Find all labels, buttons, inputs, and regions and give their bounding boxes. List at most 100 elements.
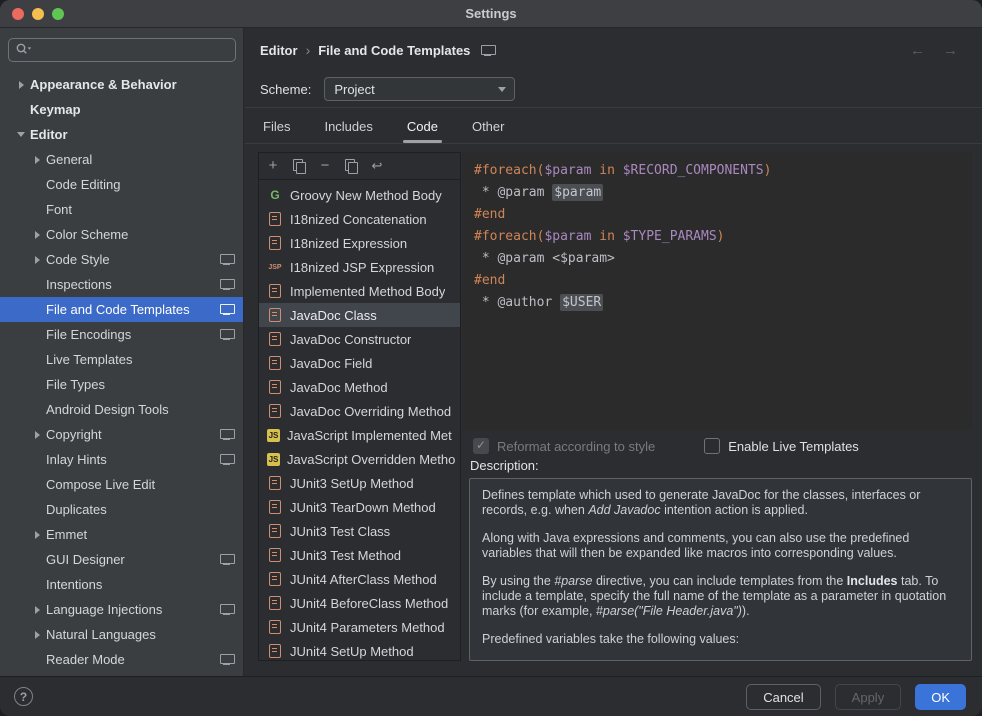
template-item-junit3-teardown-method[interactable]: JUnit3 TearDown Method [259,495,460,519]
forward-button[interactable]: → [943,42,958,59]
sidebar-item-duplicates[interactable]: Duplicates [0,497,243,522]
sidebar-item-font[interactable]: Font [0,197,243,222]
sidebar-item-code-style[interactable]: Code Style [0,247,243,272]
sidebar-item-live-templates[interactable]: Live Templates [0,347,243,372]
template-editor[interactable]: #foreach($param in $RECORD_COMPONENTS) *… [462,152,972,430]
chevron-right-icon[interactable] [28,597,46,622]
sidebar-item-keymap[interactable]: Keymap [0,97,243,122]
tab-code[interactable]: Code [405,117,440,143]
tab-files[interactable]: Files [261,117,292,143]
sidebar-item-inlay-hints[interactable]: Inlay Hints [0,447,243,472]
scheme-select[interactable]: Project [324,77,515,101]
sidebar-item-general[interactable]: General [0,147,243,172]
sidebar-item-language-injections[interactable]: Language Injections [0,597,243,622]
settings-window: Settings Appearance & BehaviorKeymapEdit… [0,0,982,716]
template-item-i18nized-expression[interactable]: I18nized Expression [259,231,460,255]
description-text-run: ). [742,604,750,618]
back-button[interactable]: ← [910,42,925,59]
description-text-run: #parse [554,574,592,588]
template-item-junit3-test-class[interactable]: JUnit3 Test Class [259,519,460,543]
sidebar-item-android-design-tools[interactable]: Android Design Tools [0,397,243,422]
template-item-junit3-setup-method[interactable]: JUnit3 SetUp Method [259,471,460,495]
chevron-right-icon[interactable] [28,147,46,172]
sidebar-item-editor[interactable]: Editor [0,122,243,147]
live-templates-checkbox[interactable] [704,438,720,454]
cancel-button[interactable]: Cancel [746,684,820,710]
chevron-right-icon[interactable] [28,622,46,647]
scheme-row: Scheme: Project [260,77,515,101]
sidebar-item-compose-live-edit[interactable]: Compose Live Edit [0,472,243,497]
chevron-spacer [28,397,46,422]
template-item-label: JUnit4 AfterClass Method [290,572,437,587]
copy-template-button[interactable] [340,156,362,176]
breadcrumb-item-editor[interactable]: Editor [260,43,298,58]
template-item-javascript-overridden-metho[interactable]: JSJavaScript Overridden Metho [259,447,460,471]
sidebar-item-intentions[interactable]: Intentions [0,572,243,597]
description-paragraph: Predefined variables take the following … [482,632,959,647]
templates-panel: GGroovy New Method BodyI18nized Concaten… [258,152,461,661]
template-item-i18nized-concatenation[interactable]: I18nized Concatenation [259,207,460,231]
apply-button[interactable]: Apply [835,684,902,710]
tab-includes[interactable]: Includes [322,117,374,143]
sidebar-item-emmet[interactable]: Emmet [0,522,243,547]
template-item-junit4-beforeclass-method[interactable]: JUnit4 BeforeClass Method [259,591,460,615]
template-item-label: I18nized Expression [290,236,407,251]
chevron-right-icon[interactable] [28,222,46,247]
chevron-right-icon[interactable] [28,522,46,547]
template-item-javadoc-method[interactable]: JavaDoc Method [259,375,460,399]
ok-button[interactable]: OK [915,684,966,710]
zoom-window-button[interactable] [52,8,64,20]
template-item-javadoc-field[interactable]: JavaDoc Field [259,351,460,375]
sidebar-item-gui-designer[interactable]: GUI Designer [0,547,243,572]
sidebar-item-appearance-behavior[interactable]: Appearance & Behavior [0,72,243,97]
template-item-implemented-method-body[interactable]: Implemented Method Body [259,279,460,303]
template-item-groovy-new-method-body[interactable]: GGroovy New Method Body [259,183,460,207]
per-project-settings-icon [220,329,233,340]
template-item-junit3-test-method[interactable]: JUnit3 Test Method [259,543,460,567]
sidebar-item-natural-languages[interactable]: Natural Languages [0,622,243,647]
remove-template-button[interactable] [314,156,336,176]
template-item-junit4-parameters-method[interactable]: JUnit4 Parameters Method [259,615,460,639]
sidebar-item-file-types[interactable]: File Types [0,372,243,397]
help-button[interactable]: ? [14,687,33,706]
add-template-button[interactable] [262,156,284,176]
template-item-i18nized-jsp-expression[interactable]: JSPI18nized JSP Expression [259,255,460,279]
minimize-window-button[interactable] [32,8,44,20]
close-window-button[interactable] [12,8,24,20]
sidebar-item-code-editing[interactable]: Code Editing [0,172,243,197]
chevron-right-icon[interactable] [12,72,30,97]
template-item-junit4-setup-method[interactable]: JUnit4 SetUp Method [259,639,460,660]
settings-search-field[interactable] [8,38,236,62]
template-item-junit4-afterclass-method[interactable]: JUnit4 AfterClass Method [259,567,460,591]
code-token: in [599,229,615,244]
chevron-right-icon[interactable] [28,422,46,447]
code-token: * @param <$param> [474,251,615,266]
sidebar-item-copyright[interactable]: Copyright [0,422,243,447]
file-template-icon [267,284,283,298]
chevron-right-icon[interactable] [28,247,46,272]
reformat-label: Reformat according to style [497,439,655,454]
reformat-checkbox[interactable] [473,438,489,454]
code-line: * @author $USER [474,292,972,314]
sidebar-item-label: Copyright [46,427,102,442]
create-child-template-button[interactable] [288,156,310,176]
sidebar-item-reader-mode[interactable]: Reader Mode [0,647,243,672]
template-item-label: I18nized JSP Expression [290,260,434,275]
sidebar-item-inspections[interactable]: Inspections [0,272,243,297]
template-item-javadoc-overriding-method[interactable]: JavaDoc Overriding Method [259,399,460,423]
sidebar-item-label: Reader Mode [46,652,125,667]
sidebar-item-color-scheme[interactable]: Color Scheme [0,222,243,247]
template-item-javadoc-class[interactable]: JavaDoc Class [259,303,460,327]
undo-icon [370,159,384,173]
description-panel[interactable]: Defines template which used to generate … [469,478,972,661]
chevron-down-icon[interactable] [12,122,30,147]
code-line: #end [474,270,972,292]
template-item-javascript-implemented-met[interactable]: JSJavaScript Implemented Met [259,423,460,447]
sidebar-item-file-and-code-templates[interactable]: File and Code Templates [0,297,243,322]
reset-template-button[interactable] [366,156,388,176]
breadcrumb-item-file-and-code-templates: File and Code Templates [318,43,470,58]
template-item-label: JavaDoc Constructor [290,332,411,347]
tab-other[interactable]: Other [470,117,507,143]
template-item-javadoc-constructor[interactable]: JavaDoc Constructor [259,327,460,351]
sidebar-item-file-encodings[interactable]: File Encodings [0,322,243,347]
